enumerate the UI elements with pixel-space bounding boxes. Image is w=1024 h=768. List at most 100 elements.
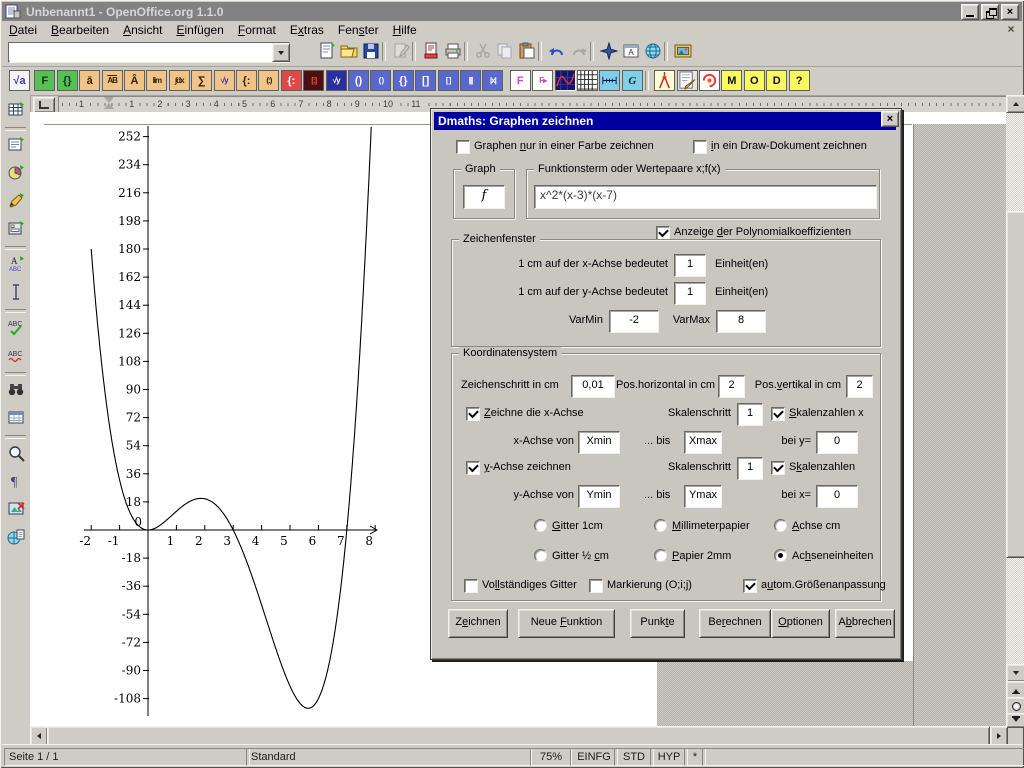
dm-bracket-wide-icon[interactable]: [ ]	[438, 70, 459, 91]
combo-dropdown-button[interactable]	[272, 43, 290, 62]
dialog-close-button[interactable]: ×	[881, 111, 899, 127]
zeichenschritt-field[interactable]: 0,01	[571, 375, 615, 398]
dm-vector-icon[interactable]: ā	[79, 70, 100, 91]
checkbox-draw-document[interactable]	[693, 140, 707, 154]
gallery-button[interactable]	[672, 41, 694, 63]
find-replace-button[interactable]	[4, 379, 28, 403]
undo-button[interactable]	[546, 41, 568, 63]
dm-help-icon[interactable]: ?	[789, 70, 810, 91]
dm-paren-icon[interactable]: ()	[348, 70, 369, 91]
open-button[interactable]	[338, 41, 360, 63]
dm-function-icon[interactable]: F	[34, 70, 55, 91]
paste-button[interactable]	[516, 41, 538, 63]
online-layout-button[interactable]	[4, 526, 28, 550]
dm-root-blue-icon[interactable]: √y	[326, 70, 347, 91]
insert-table-button[interactable]	[4, 99, 28, 123]
dm-limit-icon[interactable]: lim	[146, 70, 167, 91]
menu-ansicht[interactable]: Ansicht	[116, 22, 169, 38]
tab-type-button[interactable]	[33, 97, 55, 113]
status-selection-mode[interactable]: STD	[614, 748, 654, 766]
next-page-button[interactable]	[1006, 713, 1024, 728]
checkbox-autogroesse[interactable]	[743, 579, 757, 593]
url-combobox[interactable]	[8, 42, 290, 63]
dm-binom-icon[interactable]: (:)	[258, 70, 279, 91]
checkbox-skalenzahlen-x[interactable]	[771, 407, 785, 421]
zoom-button[interactable]	[4, 442, 28, 466]
dm-function-edit-icon[interactable]: F▸	[532, 70, 553, 91]
scroll-left-button[interactable]	[30, 726, 48, 746]
print-file-button[interactable]	[420, 41, 442, 63]
new-document-button[interactable]	[316, 41, 338, 63]
menu-datei[interactable]: Datei	[2, 22, 44, 38]
printer-button[interactable]	[442, 41, 464, 63]
dm-integral-icon[interactable]: ∫dx	[169, 70, 190, 91]
checkbox-draw-x-axis[interactable]	[466, 407, 480, 421]
abbrechen-button[interactable]: Abbrechen	[835, 609, 895, 638]
spellcheck-button[interactable]: ABC	[4, 316, 28, 340]
close-button[interactable]: ×	[1001, 4, 1019, 20]
pos-vertikal-field[interactable]: 2	[846, 375, 873, 398]
bei-y-field[interactable]: 0	[816, 431, 858, 454]
menu-fenster[interactable]: Fenster	[331, 22, 386, 38]
menu-einfgen[interactable]: Einfügen	[169, 22, 230, 38]
neue-funktion-button[interactable]: Neue Funktion	[518, 609, 615, 638]
graph-name-field[interactable]: f	[463, 185, 505, 209]
copy-button[interactable]	[494, 41, 516, 63]
dm-abs-icon[interactable]: |x|	[482, 70, 503, 91]
checkbox-markierung[interactable]	[589, 579, 603, 593]
insert-object-button[interactable]	[4, 162, 28, 186]
menu-hilfe[interactable]: Hilfe	[386, 22, 424, 38]
hyperlink-button[interactable]	[642, 41, 664, 63]
dm-measure-icon[interactable]	[599, 70, 620, 91]
dm-norm-icon[interactable]: |||	[460, 70, 481, 91]
checkbox-one-color[interactable]	[456, 140, 470, 154]
edit-file-button[interactable]	[390, 41, 412, 63]
horizontal-scroll-thumb[interactable]	[47, 726, 990, 746]
horizontal-scrollbar[interactable]	[30, 726, 1006, 744]
dm-dmaths-logo-icon[interactable]	[699, 70, 720, 91]
minimize-button[interactable]	[961, 4, 979, 20]
dm-brace-blue-icon[interactable]: {}	[393, 70, 414, 91]
punkte-button[interactable]: Punkte	[630, 609, 685, 638]
optionen-button[interactable]: Optionen	[771, 609, 830, 638]
status-page-style[interactable]: Standard	[246, 748, 532, 766]
dm-root-icon[interactable]: √y	[214, 70, 235, 91]
bei-x-field[interactable]: 0	[816, 485, 858, 508]
navigator-button[interactable]	[598, 41, 620, 63]
scroll-right-button[interactable]	[990, 726, 1008, 746]
dm-bracket-icon[interactable]: []	[415, 70, 436, 91]
dm-g-icon[interactable]: G	[622, 70, 643, 91]
cut-button[interactable]	[472, 41, 494, 63]
dm-o-icon[interactable]: O	[744, 70, 765, 91]
function-term-input[interactable]: x^2*(x-3)*(x-7)	[534, 185, 877, 209]
status-hyperlink-mode[interactable]: HYP	[650, 748, 688, 766]
restore-button[interactable]	[981, 4, 999, 20]
menu-bearbeiten[interactable]: Bearbeiten	[44, 22, 116, 38]
nonprinting-characters-button[interactable]: ¶	[4, 470, 28, 494]
x-achse-bis-field[interactable]: Xmax	[684, 431, 722, 454]
radio-millimeterpapier[interactable]	[654, 519, 667, 532]
y-achse-von-field[interactable]: Ymin	[578, 485, 620, 508]
redo-button[interactable]	[568, 41, 590, 63]
dm-system-red-icon[interactable]: {:	[281, 70, 302, 91]
x-scale-field[interactable]: 1	[674, 254, 706, 277]
vertical-scroll-thumb[interactable]	[1006, 211, 1024, 558]
form-functions-button[interactable]	[4, 218, 28, 242]
skalenschritt-x-field[interactable]: 1	[737, 403, 763, 426]
dm-function-pink-icon[interactable]: F	[510, 70, 531, 91]
dm-system-icon[interactable]: {:	[236, 70, 257, 91]
varmax-field[interactable]: 8	[716, 310, 766, 333]
status-zoom[interactable]: 75%	[530, 748, 572, 766]
direct-cursor-button[interactable]	[4, 281, 28, 305]
autospellcheck-button[interactable]: ABC	[4, 344, 28, 368]
checkbox-draw-y-axis[interactable]	[466, 461, 480, 475]
save-button[interactable]	[360, 41, 382, 63]
radio-papier-2mm[interactable]	[654, 549, 667, 562]
radio-gitter-1cm[interactable]	[534, 519, 547, 532]
dm-sum-icon[interactable]: ∑	[191, 70, 212, 91]
stylist-button[interactable]: A	[620, 41, 642, 63]
checkbox-polynomial-coefficients[interactable]	[656, 226, 670, 240]
dm-compass-icon[interactable]	[654, 70, 675, 91]
dm-matrix-icon[interactable]: [:]	[303, 70, 324, 91]
dm-m-icon[interactable]: M	[721, 70, 742, 91]
